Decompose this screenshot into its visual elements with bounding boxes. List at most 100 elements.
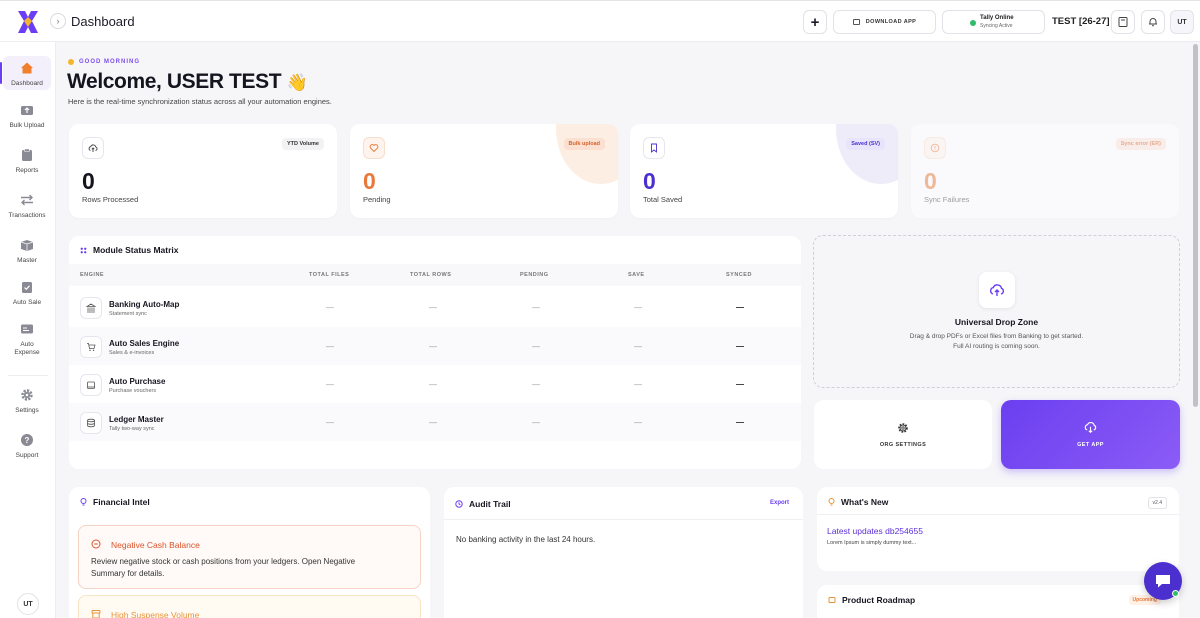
cloud-upload-icon bbox=[88, 144, 98, 152]
stat-label: Rows Processed bbox=[82, 195, 139, 204]
engine-subtitle: Tally two-way sync bbox=[109, 426, 155, 432]
layers-icon bbox=[20, 240, 34, 251]
panel-title-text: Financial Intel bbox=[93, 497, 150, 507]
user-avatar-button[interactable]: UT bbox=[1170, 10, 1194, 34]
engine-subtitle: Statement sync bbox=[109, 311, 147, 317]
grid-icon bbox=[80, 247, 87, 253]
table-header: ENGINE TOTAL FILES TOTAL ROWS PENDING SA… bbox=[69, 264, 801, 286]
sidebar-avatar[interactable]: UT bbox=[17, 593, 39, 615]
panel-title-text: Product Roadmap bbox=[842, 595, 916, 605]
panel-title: Audit Trail bbox=[455, 499, 511, 509]
app-logo[interactable] bbox=[14, 8, 42, 36]
export-button[interactable]: Export bbox=[770, 500, 789, 506]
stat-card-pending: Bulk upload 0 Pending bbox=[350, 124, 618, 218]
cart-icon bbox=[87, 343, 96, 351]
stat-icon bbox=[924, 137, 946, 159]
stat-value: 0 bbox=[643, 168, 656, 194]
chat-bubble-icon bbox=[1156, 575, 1170, 588]
top-bar: › Dashboard + DOWNLOAD APP Tally Online … bbox=[0, 0, 1200, 42]
alert-circle-icon bbox=[930, 143, 940, 153]
latest-updates-link[interactable]: Latest updates db254655 bbox=[827, 526, 923, 536]
upload-icon bbox=[21, 106, 33, 115]
database-icon bbox=[87, 418, 95, 428]
audit-trail-panel: Audit Trail Export No banking activity i… bbox=[444, 487, 803, 618]
table-row[interactable]: Auto Purchase Purchase vouchers — — — — … bbox=[69, 365, 801, 403]
sidebar-item-label: Transactions bbox=[8, 212, 46, 219]
cell-save: — bbox=[634, 303, 642, 312]
row-icon bbox=[80, 374, 102, 396]
sidebar-item-auto-sale[interactable]: Auto Sale bbox=[3, 280, 51, 307]
download-app-button[interactable]: DOWNLOAD APP bbox=[833, 10, 936, 34]
column-header: SAVE bbox=[628, 272, 645, 278]
engine-name: Banking Auto-Map bbox=[109, 300, 180, 309]
sidebar-item-label: Dashboard bbox=[11, 80, 43, 87]
cell-total-files: — bbox=[326, 342, 334, 351]
alert-negative-cash[interactable]: Negative Cash Balance Review negative st… bbox=[78, 525, 421, 589]
sidebar-item-master[interactable]: Master bbox=[3, 238, 51, 265]
sidebar-item-reports[interactable]: Reports bbox=[3, 148, 51, 175]
welcome-text: Welcome, USER TEST bbox=[67, 70, 282, 93]
cloud-download-icon bbox=[1084, 421, 1097, 434]
gear-icon bbox=[898, 422, 908, 433]
sidebar-item-transactions[interactable]: Transactions bbox=[3, 193, 51, 220]
cell-total-rows: — bbox=[429, 418, 437, 427]
company-selector[interactable]: TEST [26-27] bbox=[1052, 16, 1110, 27]
sidebar-item-label: Settings bbox=[15, 407, 39, 414]
sidebar-item-support[interactable]: ? Support bbox=[3, 433, 51, 460]
table-row[interactable]: Auto Sales Engine Sales & e-invoices — —… bbox=[69, 327, 801, 365]
page-scrollbar[interactable] bbox=[1193, 42, 1199, 618]
divider bbox=[817, 514, 1179, 515]
scrollbar-thumb[interactable] bbox=[1193, 44, 1198, 407]
decorative-blob bbox=[556, 124, 618, 184]
news-description: Lorem Ipsum is simply dummy text... bbox=[827, 540, 917, 546]
notifications-button[interactable] bbox=[1141, 10, 1165, 34]
welcome-subtitle: Here is the real-time synchronization st… bbox=[68, 97, 332, 106]
cell-total-rows: — bbox=[429, 380, 437, 389]
alert-description: Review negative stock or cash positions … bbox=[91, 557, 356, 578]
cell-total-rows: — bbox=[429, 342, 437, 351]
drop-zone-subtitle: Drag & drop PDFs or Excel files from Ban… bbox=[909, 333, 1084, 350]
calculator-button[interactable] bbox=[1111, 10, 1135, 34]
home-icon bbox=[21, 62, 33, 74]
bell-icon bbox=[1149, 18, 1157, 27]
bookmark-icon bbox=[651, 143, 657, 153]
get-app-button[interactable]: GET APP bbox=[1001, 400, 1180, 469]
table-row[interactable]: Banking Auto-Map Statement sync — — — — … bbox=[69, 288, 801, 326]
tally-status[interactable]: Tally Online Syncing Active bbox=[942, 10, 1045, 34]
cell-synced: — bbox=[736, 342, 744, 351]
add-button[interactable]: + bbox=[803, 10, 827, 34]
cell-pending: — bbox=[532, 342, 540, 351]
alert-high-suspense[interactable]: High Suspense Volume bbox=[78, 595, 421, 618]
cell-pending: — bbox=[532, 303, 540, 312]
product-roadmap-panel: Product Roadmap Upcoming bbox=[817, 585, 1179, 618]
swap-icon bbox=[21, 194, 33, 206]
sun-icon bbox=[68, 59, 74, 65]
download-app-label: DOWNLOAD APP bbox=[865, 19, 917, 25]
stat-card-sync-failures: Sync error (ER) 0 Sync Failures bbox=[911, 124, 1179, 218]
universal-drop-zone[interactable]: Universal Drop Zone Drag & drop PDFs or … bbox=[813, 235, 1180, 388]
sidebar-item-bulk-upload[interactable]: Bulk Upload bbox=[3, 103, 51, 130]
stat-value: 0 bbox=[82, 168, 95, 194]
sidebar-item-settings[interactable]: Settings bbox=[3, 388, 51, 415]
org-settings-button[interactable]: ORG SETTINGS bbox=[814, 400, 992, 469]
row-icon bbox=[80, 336, 102, 358]
sidebar-item-dashboard[interactable]: Dashboard bbox=[3, 56, 51, 90]
engine-subtitle: Purchase vouchers bbox=[109, 388, 157, 394]
panel-title-text: Audit Trail bbox=[469, 499, 511, 509]
engine-name: Ledger Master bbox=[109, 415, 164, 424]
cell-save: — bbox=[634, 380, 642, 389]
sidebar-toggle-button[interactable]: › bbox=[50, 13, 66, 29]
stat-value: 0 bbox=[924, 168, 937, 194]
greeting-label: GOOD MORNING bbox=[68, 59, 140, 65]
empty-state-text: No banking activity in the last 24 hours… bbox=[456, 535, 596, 544]
calculator-icon bbox=[1118, 17, 1128, 27]
panel-title: Product Roadmap bbox=[828, 595, 915, 605]
financial-intel-panel: Financial Intel Negative Cash Balance Re… bbox=[69, 487, 430, 618]
bulb-icon bbox=[80, 498, 87, 506]
cell-save: — bbox=[634, 342, 642, 351]
stat-icon bbox=[643, 137, 665, 159]
flag-icon bbox=[828, 597, 836, 603]
row-icon bbox=[80, 412, 102, 434]
sidebar-item-auto-expense[interactable]: Auto Expense bbox=[3, 322, 51, 357]
table-row[interactable]: Ledger Master Tally two-way sync — — — —… bbox=[69, 403, 801, 441]
